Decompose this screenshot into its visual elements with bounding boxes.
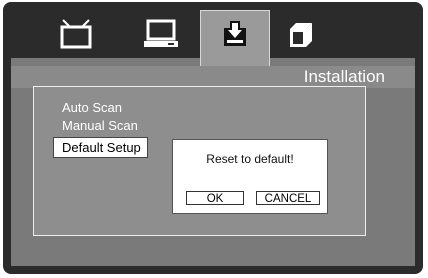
page-title: Installation: [303, 67, 385, 86]
computer-icon: [144, 19, 178, 47]
title-bar: Installation: [11, 66, 415, 88]
dialog-message: Reset to default!: [206, 152, 294, 166]
tab-box[interactable]: [266, 10, 336, 58]
confirm-dialog: Reset to default! OK CANCEL: [172, 139, 328, 214]
tv-icon: [60, 19, 92, 49]
tab-tv[interactable]: [41, 10, 111, 58]
tab-bar: [11, 10, 415, 112]
ok-button[interactable]: OK: [186, 191, 244, 205]
tab-computer[interactable]: [126, 10, 196, 58]
menu-item-auto-scan[interactable]: Auto Scan: [62, 100, 122, 115]
menu-item-manual-scan[interactable]: Manual Scan: [62, 118, 138, 133]
box-icon: [290, 23, 312, 47]
menu-item-default-setup[interactable]: Default Setup: [53, 137, 148, 158]
cancel-button[interactable]: CANCEL: [256, 191, 320, 205]
installation-icon: [224, 21, 246, 46]
